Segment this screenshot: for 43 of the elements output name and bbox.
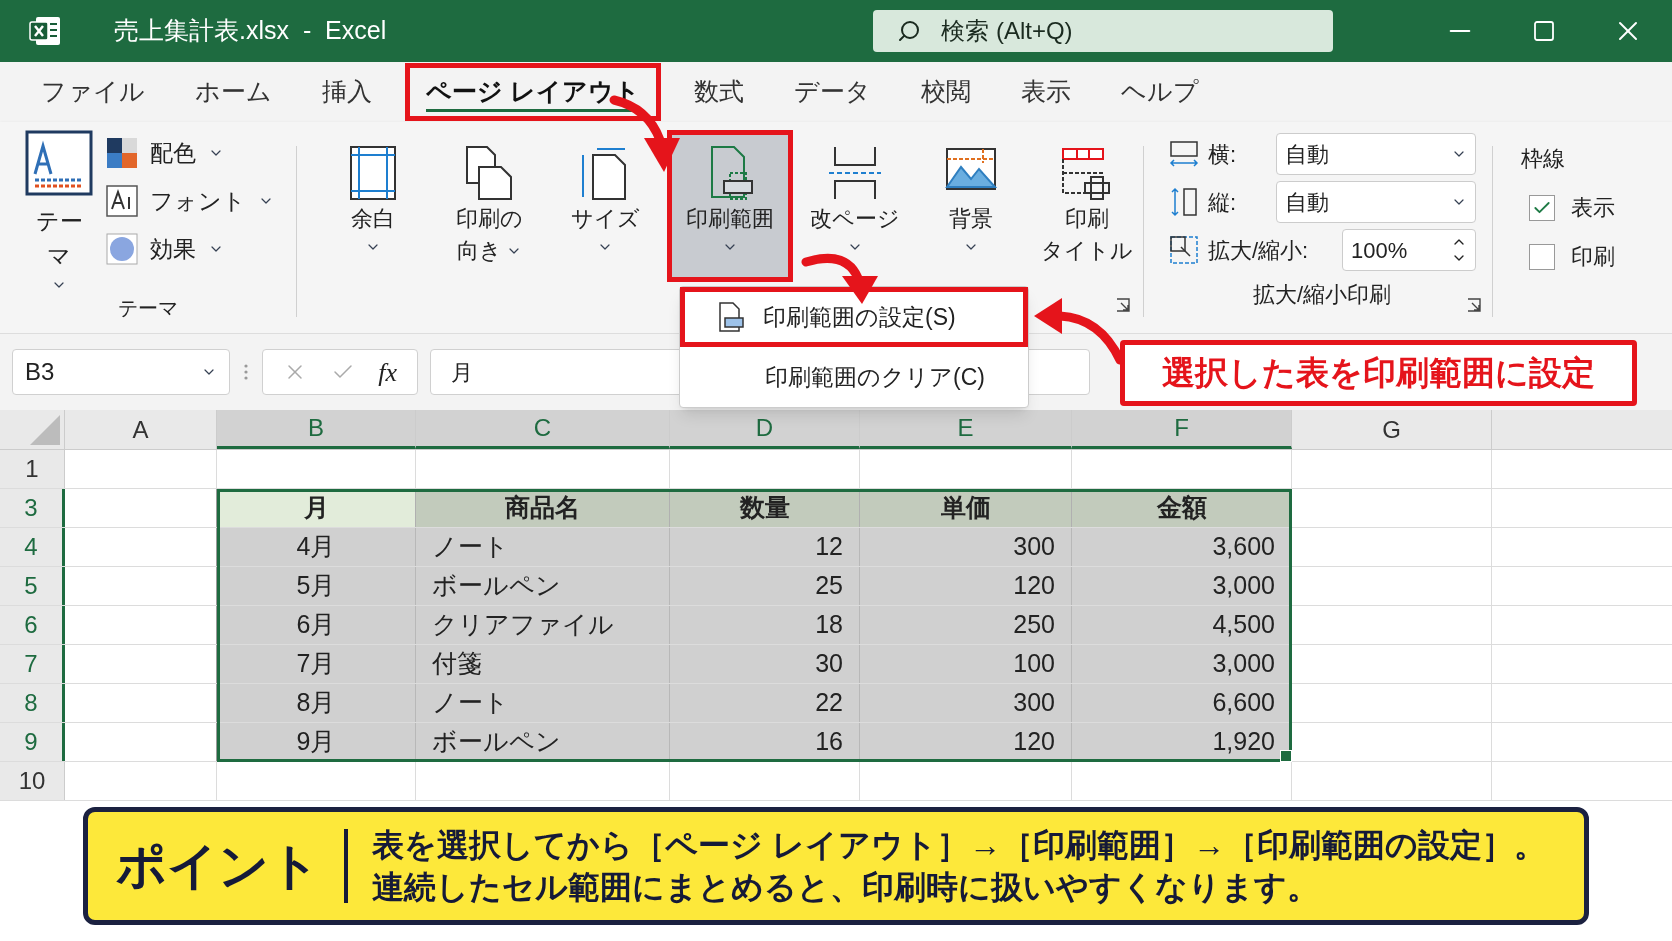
table-cell: 16 [670,723,860,761]
point-text: 連続したセル範囲にまとめると、印刷時に扱いやすくなります。 [372,868,1320,907]
table-cell: クリアファイル [416,606,670,644]
table-cell: 3,600 [1072,528,1292,566]
checkbox-label: 印刷 [1571,243,1615,271]
field-label: 縦: [1208,188,1237,217]
table-cell: 3,000 [1072,567,1292,605]
table-cell: 120 [860,567,1072,605]
table-cell: 8月 [217,684,416,722]
window-title: 売上集計表.xlsx - Excel [114,15,387,47]
table-cell: 12 [670,528,860,566]
checkbox-label: 表示 [1571,194,1615,222]
table-cell: 9月 [217,723,416,761]
table-cell: 300 [860,528,1072,566]
table-cell: 付箋 [416,645,670,683]
table-cell: ノート [416,684,670,722]
table-cell: 5月 [217,567,416,605]
table-cell: ボールペン [416,567,670,605]
table-cell: 6月 [217,606,416,644]
table-cell: 1,920 [1072,723,1292,761]
table-cell: 3,000 [1072,645,1292,683]
group-label: 拡大/縮小印刷 [1252,281,1392,309]
table-cell: 250 [860,606,1072,644]
table-cell: 30 [670,645,860,683]
table-cell: 7月 [217,645,416,683]
table-cell: 18 [670,606,860,644]
point-text: 表を選択してから［ページ レイアウト］→［印刷範囲］→［印刷範囲の設定］。 [372,826,1546,865]
table-cell: 300 [860,684,1072,722]
field-label: 横: [1208,140,1237,169]
table-cell: 120 [860,723,1072,761]
group-title: 枠線 [1521,145,1566,173]
table-cell: ボールペン [416,723,670,761]
point-label: ポイント [116,836,320,896]
table-cell: 4月 [217,528,416,566]
group-label: テーマ [117,296,179,321]
callout-label: 選択した表を印刷範囲に設定 [1120,340,1637,406]
field-label: 拡大/縮小: [1208,236,1309,265]
table-cell: 22 [670,684,860,722]
table-cell: 4,500 [1072,606,1292,644]
table-cell: ノート [416,528,670,566]
table-cell: 25 [670,567,860,605]
table-cell: 100 [860,645,1072,683]
table-cell: 6,600 [1072,684,1292,722]
